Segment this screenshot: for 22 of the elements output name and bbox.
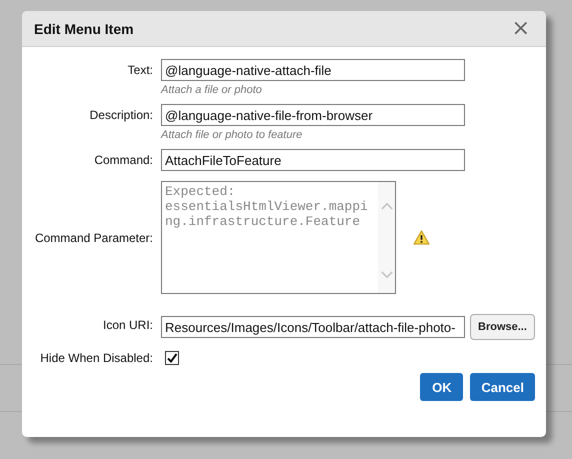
input-field[interactable]: AttachFileToFeature bbox=[161, 149, 465, 171]
input-field[interactable]: @language-native-file-from-browser bbox=[161, 104, 465, 126]
scrollbar[interactable] bbox=[378, 182, 395, 293]
field-label: Text: bbox=[126, 62, 154, 77]
field-label: Description: bbox=[88, 107, 154, 122]
field-hint: Attach file or photo to feature bbox=[161, 129, 304, 141]
field-label: Command: bbox=[93, 152, 154, 167]
dialog-title: Edit Menu Item bbox=[34, 20, 134, 36]
field-label: Icon URI: bbox=[102, 317, 154, 332]
field-label: Command Parameter: bbox=[34, 230, 154, 244]
parameter-field[interactable]: Expected: essentialsHtmlViewer.mapping.infrastructure.Feature bbox=[161, 181, 396, 294]
input-field[interactable]: @language-native-attach-file bbox=[161, 59, 465, 81]
field-label: Hide When Disabled: bbox=[39, 350, 154, 365]
chevron-up-icon[interactable] bbox=[380, 202, 392, 210]
chevron-down-icon[interactable] bbox=[380, 271, 392, 279]
dialog-button[interactable]: Cancel bbox=[470, 373, 535, 401]
input-field[interactable]: Resources/Images/Icons/Toolbar/attach-file-photo- bbox=[161, 316, 465, 338]
close-button[interactable]: × bbox=[508, 18, 534, 38]
checkbox[interactable] bbox=[165, 351, 179, 365]
field-hint: Attach a file or photo bbox=[161, 84, 263, 96]
dialog-button[interactable]: OK bbox=[420, 373, 464, 401]
browse-button[interactable]: Browse... bbox=[470, 314, 535, 340]
